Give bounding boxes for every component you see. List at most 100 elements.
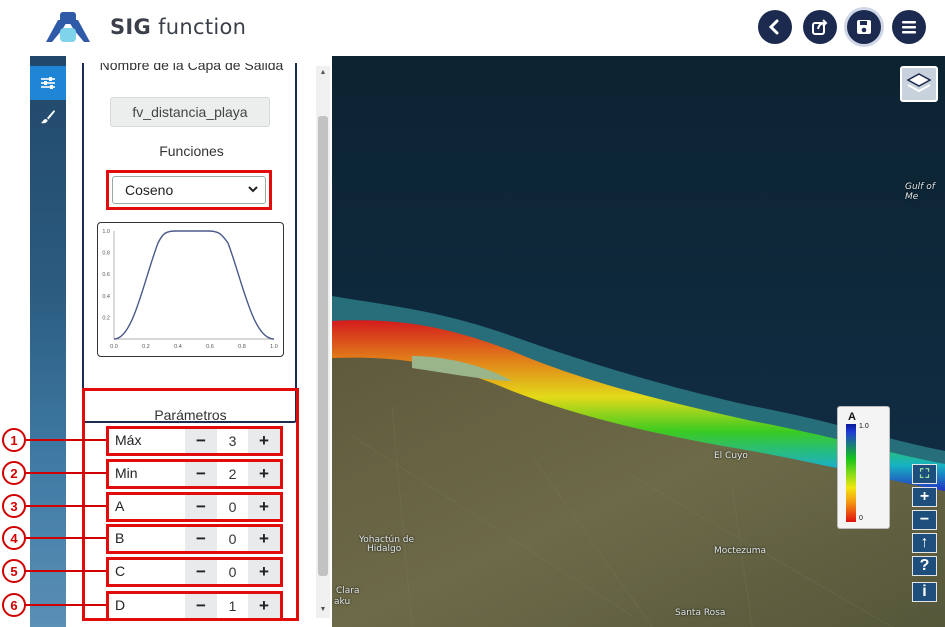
- minus-icon: −: [919, 511, 930, 528]
- graph-x-tick: 0.6: [206, 344, 214, 350]
- graph-x-tick: 0.8: [238, 344, 246, 350]
- arrow-up-icon: ↑: [920, 534, 929, 551]
- parameter-stepper: −1 +: [185, 594, 280, 618]
- decrement-button[interactable]: −: [185, 429, 217, 453]
- map-label: aku: [334, 597, 351, 607]
- help-button[interactable]: ?: [912, 556, 937, 576]
- increment-button[interactable]: +: [248, 495, 280, 519]
- increment-button[interactable]: +: [248, 594, 280, 618]
- menu-button[interactable]: [892, 10, 926, 44]
- legend-max-label: 1.0: [859, 423, 869, 430]
- graph-y-tick: 1.0: [102, 229, 110, 235]
- parameter-stepper: −0 +: [185, 527, 280, 551]
- decrement-button[interactable]: −: [185, 527, 217, 551]
- parameter-row: Min −2 +: [106, 459, 283, 489]
- parameter-value-input[interactable]: 0: [217, 527, 248, 551]
- chevron-left-icon: [768, 19, 779, 35]
- callout-leader-line: [26, 537, 106, 539]
- decrement-button[interactable]: −: [185, 594, 217, 618]
- legend-color-ramp: [846, 424, 856, 522]
- cosine-curve: [113, 230, 275, 340]
- map-label: El Cuyo: [714, 451, 748, 461]
- style-tab[interactable]: [30, 100, 66, 134]
- increment-button[interactable]: +: [248, 527, 280, 551]
- decrement-button[interactable]: −: [185, 495, 217, 519]
- graph-x-tick: 0.2: [142, 344, 150, 350]
- save-icon: [857, 20, 871, 34]
- layers-button[interactable]: [900, 66, 938, 102]
- chevron-down-icon: [247, 183, 259, 198]
- map-canvas: [332, 56, 945, 627]
- function-select-value: Coseno: [125, 182, 174, 198]
- info-icon: i: [922, 583, 927, 600]
- callout-number: 1: [2, 428, 26, 452]
- parameter-stepper: −0 +: [185, 560, 280, 584]
- map-label: Clara: [336, 586, 360, 596]
- save-button[interactable]: [847, 10, 881, 44]
- app-title: SIG function: [110, 15, 247, 39]
- graph-y-tick: 0.6: [102, 272, 110, 278]
- function-select-highlight: Coseno: [106, 170, 272, 210]
- parameters-title: Parámetros: [154, 407, 227, 423]
- panel-scrollbar[interactable]: ▲ ▼: [316, 66, 330, 618]
- increment-button[interactable]: +: [248, 462, 280, 486]
- parameter-value-input[interactable]: 2: [217, 462, 248, 486]
- graph-x-tick: 0.4: [174, 344, 182, 350]
- settings-tab[interactable]: [30, 66, 66, 100]
- graph-y-tick: 0.4: [102, 294, 110, 300]
- parameter-stepper: −3 +: [185, 429, 280, 453]
- parameter-value-input[interactable]: 1: [217, 594, 248, 618]
- zoom-out-button[interactable]: −: [912, 510, 937, 530]
- fullscreen-button[interactable]: ⛶: [912, 464, 937, 484]
- graph-y-tick: 0.8: [102, 251, 110, 257]
- fullscreen-icon: ⛶: [919, 466, 930, 481]
- parameter-row: A −0 +: [106, 492, 283, 522]
- sliders-icon: [41, 77, 55, 89]
- parameter-name: A: [115, 498, 125, 514]
- callout-number: 5: [2, 559, 26, 583]
- parameter-row: C −0 +: [106, 557, 283, 587]
- share-icon: [812, 19, 828, 35]
- scroll-thumb[interactable]: [318, 116, 328, 576]
- callout-leader-line: [26, 439, 106, 441]
- parameter-stepper: −0 +: [185, 495, 280, 519]
- parameter-name: B: [115, 530, 125, 546]
- parameter-name: Máx: [115, 432, 142, 448]
- callout-number: 6: [2, 593, 26, 617]
- info-button[interactable]: i: [912, 582, 937, 602]
- functions-label: Funciones: [159, 143, 224, 159]
- share-button[interactable]: [803, 10, 837, 44]
- increment-button[interactable]: +: [248, 560, 280, 584]
- graph-y-tick: 0.2: [102, 315, 110, 321]
- north-button[interactable]: ↑: [912, 533, 937, 553]
- zoom-in-button[interactable]: +: [912, 487, 937, 507]
- callout-leader-line: [26, 604, 106, 606]
- callout-number: 3: [2, 494, 26, 518]
- callout-leader-line: [26, 570, 106, 572]
- graph-x-tick: 0.0: [110, 344, 118, 350]
- hamburger-menu-icon: [902, 21, 916, 34]
- map-label: Hidalgo: [367, 544, 402, 554]
- back-button[interactable]: [758, 10, 792, 44]
- map-label: Moctezuma: [714, 546, 766, 556]
- increment-button[interactable]: +: [248, 429, 280, 453]
- function-select[interactable]: Coseno: [112, 176, 266, 204]
- map-label: Santa Rosa: [675, 608, 726, 618]
- graph-x-tick: 1.0: [270, 344, 278, 350]
- map-view[interactable]: Gulf of Me El Cuyo Yohactún de Hidalgo M…: [332, 56, 945, 627]
- left-toolbar: [30, 56, 66, 627]
- parameter-row: D −1 +: [106, 591, 283, 621]
- question-icon: ?: [919, 557, 930, 574]
- decrement-button[interactable]: −: [185, 560, 217, 584]
- scroll-down-icon[interactable]: ▼: [319, 606, 327, 613]
- callout-number: 2: [2, 461, 26, 485]
- output-layer-input[interactable]: fv_distancia_playa: [110, 97, 270, 127]
- map-legend: A 1.0 0: [837, 406, 890, 529]
- parameter-value-input[interactable]: 0: [217, 560, 248, 584]
- parameter-value-input[interactable]: 3: [217, 429, 248, 453]
- scroll-up-icon[interactable]: ▲: [319, 69, 327, 76]
- parameter-name: D: [115, 597, 126, 613]
- parameter-value-input[interactable]: 0: [217, 495, 248, 519]
- parameter-stepper: −2 +: [185, 462, 280, 486]
- decrement-button[interactable]: −: [185, 462, 217, 486]
